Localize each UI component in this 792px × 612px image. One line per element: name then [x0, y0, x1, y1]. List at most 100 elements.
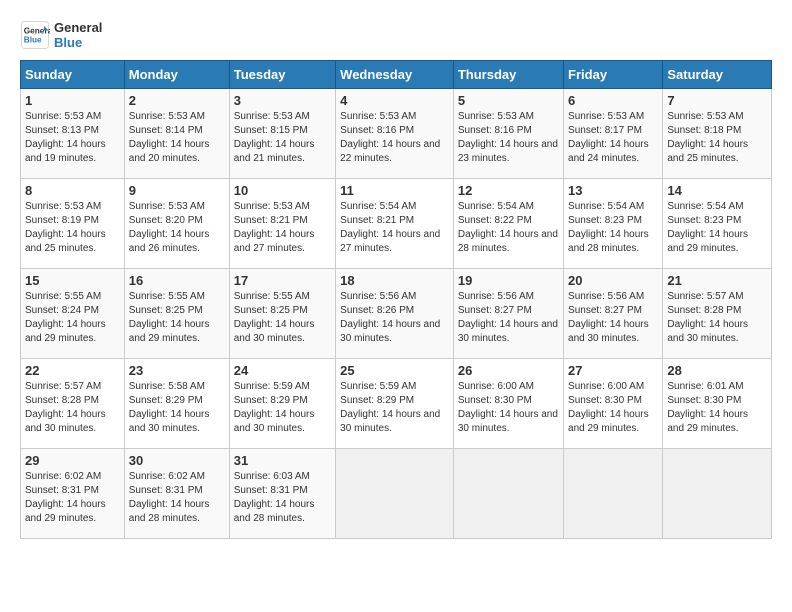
day-info: Sunrise: 5:53 AMSunset: 8:14 PMDaylight:… [129, 111, 210, 164]
day-number: 23 [129, 363, 225, 378]
calendar-table: SundayMondayTuesdayWednesdayThursdayFrid… [20, 60, 772, 539]
column-header-monday: Monday [124, 61, 229, 89]
day-info: Sunrise: 5:56 AMSunset: 8:27 PMDaylight:… [458, 291, 558, 344]
calendar-cell: 15 Sunrise: 5:55 AMSunset: 8:24 PMDaylig… [21, 269, 125, 359]
day-number: 2 [129, 93, 225, 108]
day-info: Sunrise: 5:54 AMSunset: 8:22 PMDaylight:… [458, 201, 558, 254]
calendar-cell: 22 Sunrise: 5:57 AMSunset: 8:28 PMDaylig… [21, 359, 125, 449]
calendar-cell [564, 449, 663, 539]
day-info: Sunrise: 5:55 AMSunset: 8:25 PMDaylight:… [234, 291, 315, 344]
day-info: Sunrise: 6:01 AMSunset: 8:30 PMDaylight:… [667, 381, 748, 434]
day-info: Sunrise: 5:58 AMSunset: 8:29 PMDaylight:… [129, 381, 210, 434]
column-header-tuesday: Tuesday [229, 61, 335, 89]
day-number: 5 [458, 93, 559, 108]
day-info: Sunrise: 6:00 AMSunset: 8:30 PMDaylight:… [458, 381, 558, 434]
day-info: Sunrise: 5:53 AMSunset: 8:15 PMDaylight:… [234, 111, 315, 164]
day-info: Sunrise: 5:53 AMSunset: 8:21 PMDaylight:… [234, 201, 315, 254]
day-number: 16 [129, 273, 225, 288]
calendar-body: 1 Sunrise: 5:53 AMSunset: 8:13 PMDayligh… [21, 89, 772, 539]
day-number: 27 [568, 363, 658, 378]
day-number: 15 [25, 273, 120, 288]
day-number: 30 [129, 453, 225, 468]
column-header-friday: Friday [564, 61, 663, 89]
calendar-cell: 25 Sunrise: 5:59 AMSunset: 8:29 PMDaylig… [336, 359, 454, 449]
calendar-cell: 12 Sunrise: 5:54 AMSunset: 8:22 PMDaylig… [453, 179, 563, 269]
day-info: Sunrise: 5:53 AMSunset: 8:13 PMDaylight:… [25, 111, 106, 164]
calendar-cell: 5 Sunrise: 5:53 AMSunset: 8:16 PMDayligh… [453, 89, 563, 179]
day-number: 4 [340, 93, 449, 108]
calendar-cell: 16 Sunrise: 5:55 AMSunset: 8:25 PMDaylig… [124, 269, 229, 359]
calendar-cell: 6 Sunrise: 5:53 AMSunset: 8:17 PMDayligh… [564, 89, 663, 179]
day-number: 19 [458, 273, 559, 288]
day-info: Sunrise: 6:02 AMSunset: 8:31 PMDaylight:… [129, 471, 210, 524]
calendar-week-row: 29 Sunrise: 6:02 AMSunset: 8:31 PMDaylig… [21, 449, 772, 539]
calendar-header-row: SundayMondayTuesdayWednesdayThursdayFrid… [21, 61, 772, 89]
day-info: Sunrise: 5:53 AMSunset: 8:19 PMDaylight:… [25, 201, 106, 254]
day-info: Sunrise: 6:03 AMSunset: 8:31 PMDaylight:… [234, 471, 315, 524]
calendar-cell: 8 Sunrise: 5:53 AMSunset: 8:19 PMDayligh… [21, 179, 125, 269]
day-number: 18 [340, 273, 449, 288]
calendar-cell [663, 449, 772, 539]
day-info: Sunrise: 5:59 AMSunset: 8:29 PMDaylight:… [234, 381, 315, 434]
calendar-cell: 10 Sunrise: 5:53 AMSunset: 8:21 PMDaylig… [229, 179, 335, 269]
header: General Blue General Blue [20, 20, 772, 50]
day-number: 17 [234, 273, 331, 288]
calendar-cell: 17 Sunrise: 5:55 AMSunset: 8:25 PMDaylig… [229, 269, 335, 359]
calendar-cell: 3 Sunrise: 5:53 AMSunset: 8:15 PMDayligh… [229, 89, 335, 179]
calendar-week-row: 22 Sunrise: 5:57 AMSunset: 8:28 PMDaylig… [21, 359, 772, 449]
day-number: 1 [25, 93, 120, 108]
calendar-cell: 23 Sunrise: 5:58 AMSunset: 8:29 PMDaylig… [124, 359, 229, 449]
day-number: 25 [340, 363, 449, 378]
calendar-cell: 27 Sunrise: 6:00 AMSunset: 8:30 PMDaylig… [564, 359, 663, 449]
day-number: 10 [234, 183, 331, 198]
column-header-wednesday: Wednesday [336, 61, 454, 89]
column-header-saturday: Saturday [663, 61, 772, 89]
calendar-cell: 28 Sunrise: 6:01 AMSunset: 8:30 PMDaylig… [663, 359, 772, 449]
day-number: 26 [458, 363, 559, 378]
day-info: Sunrise: 5:54 AMSunset: 8:21 PMDaylight:… [340, 201, 440, 254]
day-info: Sunrise: 5:57 AMSunset: 8:28 PMDaylight:… [25, 381, 106, 434]
day-number: 6 [568, 93, 658, 108]
day-number: 13 [568, 183, 658, 198]
calendar-cell: 11 Sunrise: 5:54 AMSunset: 8:21 PMDaylig… [336, 179, 454, 269]
calendar-cell: 29 Sunrise: 6:02 AMSunset: 8:31 PMDaylig… [21, 449, 125, 539]
day-number: 8 [25, 183, 120, 198]
calendar-cell: 7 Sunrise: 5:53 AMSunset: 8:18 PMDayligh… [663, 89, 772, 179]
day-info: Sunrise: 5:53 AMSunset: 8:20 PMDaylight:… [129, 201, 210, 254]
svg-text:Blue: Blue [24, 36, 42, 45]
column-header-sunday: Sunday [21, 61, 125, 89]
column-header-thursday: Thursday [453, 61, 563, 89]
calendar-cell [453, 449, 563, 539]
day-number: 9 [129, 183, 225, 198]
day-number: 22 [25, 363, 120, 378]
calendar-cell: 20 Sunrise: 5:56 AMSunset: 8:27 PMDaylig… [564, 269, 663, 359]
day-info: Sunrise: 5:55 AMSunset: 8:25 PMDaylight:… [129, 291, 210, 344]
day-info: Sunrise: 5:54 AMSunset: 8:23 PMDaylight:… [568, 201, 649, 254]
calendar-week-row: 8 Sunrise: 5:53 AMSunset: 8:19 PMDayligh… [21, 179, 772, 269]
day-number: 20 [568, 273, 658, 288]
calendar-week-row: 1 Sunrise: 5:53 AMSunset: 8:13 PMDayligh… [21, 89, 772, 179]
day-number: 24 [234, 363, 331, 378]
calendar-cell: 13 Sunrise: 5:54 AMSunset: 8:23 PMDaylig… [564, 179, 663, 269]
calendar-cell: 2 Sunrise: 5:53 AMSunset: 8:14 PMDayligh… [124, 89, 229, 179]
day-info: Sunrise: 5:55 AMSunset: 8:24 PMDaylight:… [25, 291, 106, 344]
day-info: Sunrise: 5:59 AMSunset: 8:29 PMDaylight:… [340, 381, 440, 434]
day-number: 21 [667, 273, 767, 288]
calendar-week-row: 15 Sunrise: 5:55 AMSunset: 8:24 PMDaylig… [21, 269, 772, 359]
calendar-cell: 18 Sunrise: 5:56 AMSunset: 8:26 PMDaylig… [336, 269, 454, 359]
day-info: Sunrise: 5:53 AMSunset: 8:16 PMDaylight:… [458, 111, 558, 164]
calendar-cell: 26 Sunrise: 6:00 AMSunset: 8:30 PMDaylig… [453, 359, 563, 449]
day-number: 3 [234, 93, 331, 108]
logo-icon: General Blue [20, 20, 50, 50]
day-number: 29 [25, 453, 120, 468]
day-info: Sunrise: 5:53 AMSunset: 8:18 PMDaylight:… [667, 111, 748, 164]
day-info: Sunrise: 5:57 AMSunset: 8:28 PMDaylight:… [667, 291, 748, 344]
day-number: 14 [667, 183, 767, 198]
day-number: 12 [458, 183, 559, 198]
svg-text:General: General [24, 27, 50, 36]
day-info: Sunrise: 5:54 AMSunset: 8:23 PMDaylight:… [667, 201, 748, 254]
day-info: Sunrise: 5:56 AMSunset: 8:26 PMDaylight:… [340, 291, 440, 344]
logo: General Blue General Blue [20, 20, 102, 50]
calendar-cell: 21 Sunrise: 5:57 AMSunset: 8:28 PMDaylig… [663, 269, 772, 359]
day-info: Sunrise: 6:02 AMSunset: 8:31 PMDaylight:… [25, 471, 106, 524]
